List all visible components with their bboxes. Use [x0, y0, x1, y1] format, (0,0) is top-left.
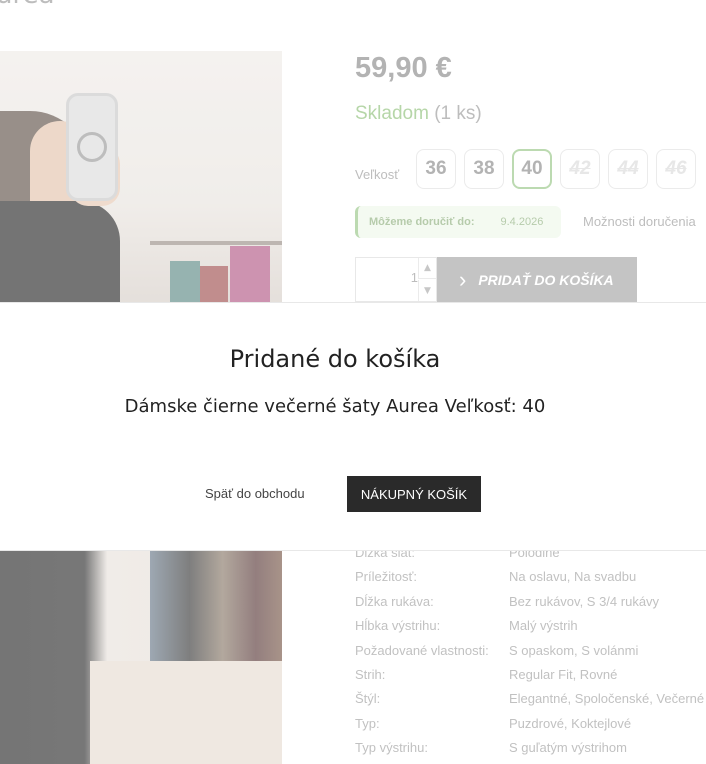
modal-backdrop[interactable]: [0, 551, 706, 764]
shopping-cart-button[interactable]: NÁKUPNÝ KOŠÍK: [347, 476, 481, 512]
product-page: urea 59,90 € Skladom (1 ks) Veľkosť 36 3…: [0, 0, 706, 764]
modal-backdrop[interactable]: [0, 0, 706, 302]
added-to-cart-modal: Pridané do košíka Dámske čierne večerné …: [0, 302, 706, 551]
modal-title: Pridané do košíka: [229, 345, 441, 373]
back-to-shop-link[interactable]: Späť do obchodu: [205, 486, 305, 501]
modal-product-line: Dámske čierne večerné šaty Aurea Veľkosť…: [124, 396, 546, 417]
